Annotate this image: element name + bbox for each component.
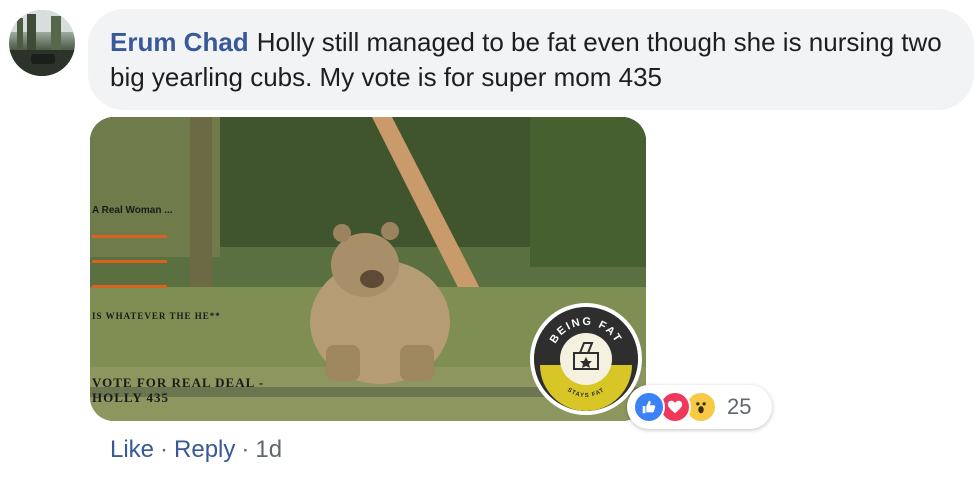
caption-line-3b: HOLLY 435 — [92, 390, 170, 405]
like-icon — [633, 391, 665, 423]
comment-actions: Like · Reply · 1d — [110, 434, 282, 466]
avatar-image — [9, 10, 75, 76]
comment-bubble: Erum Chad Holly still managed to be fat e… — [88, 9, 974, 110]
caption-line-1: A Real Woman ... — [92, 205, 173, 216]
separator-dot: · — [160, 436, 169, 463]
caption-line-2: IS WHATEVER THE HE** — [92, 311, 221, 321]
comment-author-link[interactable]: Erum Chad — [110, 27, 249, 57]
caption-line-3a: VOTE FOR REAL DEAL - — [92, 375, 265, 390]
avatar[interactable] — [9, 10, 75, 76]
timestamp[interactable]: 1d — [255, 434, 282, 466]
caption-line-3: VOTE FOR REAL DEAL - HOLLY 435 — [92, 375, 264, 405]
like-button[interactable]: Like — [110, 434, 154, 466]
badge-graphic: BEING FAT STAYS FAT — [534, 307, 638, 411]
caption-dash-2 — [92, 260, 167, 263]
being-fat-badge: BEING FAT STAYS FAT — [530, 303, 642, 415]
caption-dash-1 — [92, 235, 167, 238]
caption-dash-3 — [92, 285, 167, 288]
reply-button[interactable]: Reply — [174, 434, 235, 466]
reaction-count: 25 — [727, 394, 752, 419]
reaction-summary[interactable]: 25 — [627, 385, 772, 429]
separator-dot: · — [241, 436, 250, 463]
